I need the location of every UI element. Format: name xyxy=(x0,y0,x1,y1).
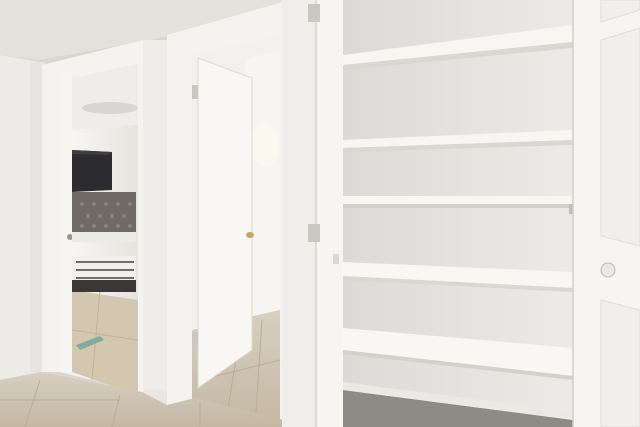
television xyxy=(72,150,112,192)
closet-shelves xyxy=(343,0,575,427)
closet-door-knob xyxy=(600,262,616,278)
photo-scene xyxy=(0,0,640,427)
bathroom-door xyxy=(192,57,254,389)
closet-door-right xyxy=(572,0,640,427)
closet-door-bifold xyxy=(282,0,343,427)
